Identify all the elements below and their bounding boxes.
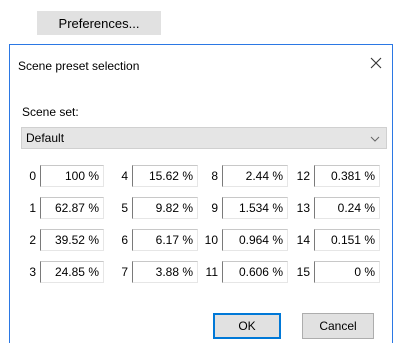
preset-index: 2	[29, 233, 36, 247]
close-icon[interactable]	[366, 53, 386, 73]
scene-set-value: Default	[26, 131, 65, 145]
preset-value-field[interactable]: 3.88 %	[132, 261, 198, 283]
preset-index: 11	[205, 265, 218, 279]
preset-index: 7	[121, 265, 128, 279]
preset-value-field[interactable]: 0.151 %	[314, 229, 380, 251]
preset-index: 5	[121, 201, 128, 215]
preset-index: 12	[296, 169, 310, 183]
preset-value-field[interactable]: 15.62 %	[132, 165, 198, 187]
preset-value-field[interactable]: 0.964 %	[222, 229, 288, 251]
scene-set-label: Scene set:	[22, 105, 79, 119]
preset-value-field[interactable]: 62.87 %	[40, 197, 104, 219]
cancel-button[interactable]: Cancel	[302, 313, 374, 339]
preset-index: 8	[211, 169, 218, 183]
preset-index: 4	[121, 169, 128, 183]
preset-index: 13	[296, 201, 310, 215]
preset-value-field[interactable]: 0.381 %	[314, 165, 380, 187]
preset-value-field[interactable]: 100 %	[40, 165, 104, 187]
preset-value-field[interactable]: 0.606 %	[222, 261, 288, 283]
scene-set-dropdown[interactable]: Default	[21, 127, 387, 149]
preset-index: 15	[296, 265, 310, 279]
preset-value-field[interactable]: 0.24 %	[314, 197, 380, 219]
preset-value-field[interactable]: 9.82 %	[132, 197, 198, 219]
preset-value-field[interactable]: 1.534 %	[222, 197, 288, 219]
preferences-button[interactable]: Preferences...	[37, 11, 161, 35]
scene-preset-dialog: Scene preset selection Scene set: Defaul…	[9, 44, 393, 343]
preset-value-field[interactable]: 2.44 %	[222, 165, 288, 187]
preset-index: 9	[211, 201, 218, 215]
ok-button[interactable]: OK	[213, 313, 281, 339]
preset-index: 10	[204, 233, 218, 247]
preset-index: 6	[121, 233, 128, 247]
preset-value-field[interactable]: 24.85 %	[40, 261, 104, 283]
preset-value-field[interactable]: 39.52 %	[40, 229, 104, 251]
preset-value-field[interactable]: 6.17 %	[132, 229, 198, 251]
preset-value-field[interactable]: 0 %	[314, 261, 380, 283]
preset-index: 0	[29, 169, 36, 183]
preset-index: 14	[296, 233, 310, 247]
preset-index: 3	[29, 265, 36, 279]
chevron-down-icon	[370, 133, 380, 143]
dialog-title: Scene preset selection	[18, 59, 140, 73]
preset-index: 1	[29, 201, 36, 215]
